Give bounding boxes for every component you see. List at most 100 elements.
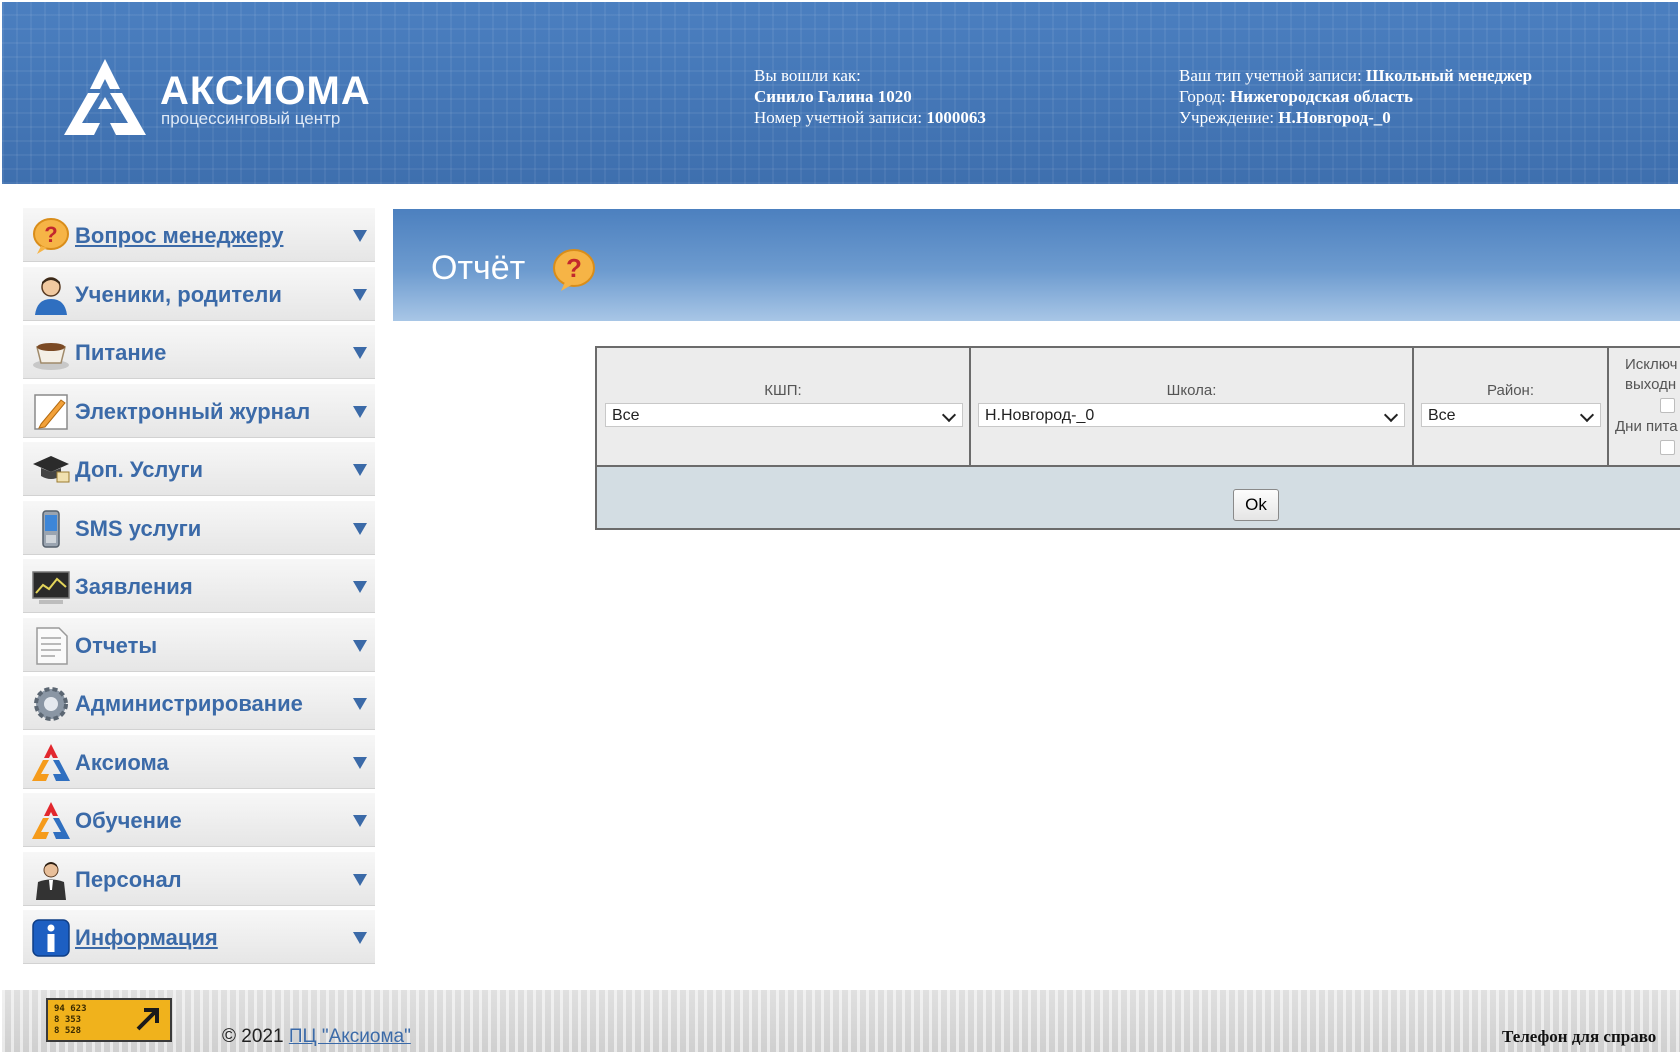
kshp-select[interactable]: Все	[605, 403, 963, 427]
chevron-down-icon	[353, 522, 367, 535]
brand-subtitle: процессинговый центр	[161, 109, 341, 128]
page-header: Отчёт ?	[393, 209, 1680, 321]
svg-text:?: ?	[44, 222, 57, 247]
chevron-down-icon	[353, 230, 367, 242]
sidebar-item-food[interactable]: Питание	[23, 325, 375, 379]
axioma-logo-icon	[32, 802, 70, 839]
monitor-chart-icon	[32, 571, 70, 604]
sidebar-item-question-manager[interactable]: ? Вопрос менеджеру	[23, 208, 375, 262]
copyright: © 2021 ПЦ "Аксиома"	[222, 1026, 411, 1048]
school-select-value: Н.Новгород-_0	[985, 407, 1095, 424]
kshp-filter-cell: КШП: Все	[597, 348, 971, 465]
account-number: 1000063	[926, 108, 986, 127]
chevron-down-icon	[353, 756, 367, 769]
user-name: Синило Галина 1020	[754, 87, 912, 106]
sidebar-item-label: Заявления	[75, 574, 193, 599]
district-select[interactable]: Все	[1421, 403, 1601, 427]
sidebar-item-label: Отчеты	[75, 632, 158, 658]
filter-row: КШП: Все Школа: Н.Новгород-_0 Район: Все…	[597, 348, 1680, 467]
chevron-down-icon	[353, 639, 367, 652]
person-icon	[35, 276, 67, 315]
kshp-select-value: Все	[612, 407, 640, 424]
svg-text:?: ?	[566, 253, 582, 283]
chevron-down-icon	[941, 407, 957, 423]
sidebar-item-label: Ученики, родители	[75, 281, 282, 307]
kshp-label: КШП:	[764, 382, 802, 399]
account-number-label: Номер учетной записи:	[754, 108, 923, 127]
mobile-phone-icon	[42, 509, 60, 548]
sidebar-item-administration[interactable]: Администрирование	[23, 676, 375, 730]
exclude-weekends-label-2: выходн	[1625, 376, 1677, 393]
chevron-down-icon	[353, 464, 367, 476]
city-label: Город:	[1179, 87, 1226, 106]
chevron-down-icon	[353, 932, 367, 944]
help-phone-label: Телефон для справо	[1502, 1027, 1657, 1046]
sidebar-item-label: Персонал	[75, 866, 182, 892]
sidebar-item-label: Электронный журнал	[75, 398, 311, 424]
axioma-logo-icon	[64, 59, 146, 135]
account-info: Ваш тип учетной записи: Школьный менедже…	[1179, 65, 1532, 128]
sidebar-item-applications[interactable]: Заявления	[23, 559, 375, 613]
arrow-up-right-icon	[136, 1008, 159, 1031]
graduation-cap-icon	[33, 456, 70, 483]
sidebar-item-label: Аксиома	[75, 749, 169, 775]
filter-actions: Ok	[597, 467, 1680, 528]
sidebar-item-label: Доп. Услуги	[75, 457, 204, 482]
chevron-down-icon	[353, 288, 367, 301]
notepad-pencil-icon	[34, 393, 68, 430]
report-filter-form: КШП: Все Школа: Н.Новгород-_0 Район: Все…	[595, 346, 1680, 530]
axioma-logo-icon	[32, 743, 70, 781]
sidebar-item-students-parents[interactable]: Ученики, родители	[23, 266, 375, 321]
chevron-down-icon	[353, 581, 367, 593]
header: АКСИОМА процессинговый центр Вы вошли ка…	[2, 2, 1678, 184]
institution-label: Учреждение:	[1179, 108, 1275, 127]
sidebar-item-label: SMS услуги	[75, 515, 202, 541]
sidebar-item-reports[interactable]: Отчеты	[23, 617, 375, 672]
school-filter-cell: Школа: Н.Новгород-_0	[971, 348, 1414, 465]
sidebar-item-training[interactable]: Обучение	[23, 793, 375, 847]
account-type-label: Ваш тип учетной записи:	[1179, 66, 1362, 85]
school-select[interactable]: Н.Новгород-_0	[978, 403, 1405, 427]
question-bubble-icon: ?	[33, 218, 69, 254]
logo[interactable]: АКСИОМА процессинговый центр	[60, 57, 380, 142]
cup-icon	[33, 343, 69, 370]
school-label: Школа:	[1166, 382, 1217, 399]
sidebar-menu: ? Вопрос менеджеру Ученики, родители Пит…	[23, 208, 375, 969]
counter-line: 94 623	[54, 1004, 87, 1014]
chevron-down-icon	[353, 405, 367, 418]
help-icon[interactable]: ?	[551, 247, 597, 293]
page-title: Отчёт	[431, 249, 526, 287]
institution: Н.Новгород-_0	[1278, 108, 1391, 127]
sidebar-item-label: Обучение	[75, 808, 182, 833]
district-label: Район:	[1486, 382, 1535, 399]
logged-in-label: Вы вошли как:	[754, 66, 861, 85]
exclude-weekends-label: Исключ	[1625, 356, 1678, 373]
sidebar-item-information[interactable]: Информация	[23, 910, 375, 964]
sidebar-item-sms-services[interactable]: SMS услуги	[23, 500, 375, 555]
user-info: Вы вошли как: Синило Галина 1020 Номер у…	[754, 65, 986, 128]
options-filter-cell: Исключ выходн Дни пита	[1609, 348, 1680, 465]
info-icon	[32, 919, 70, 957]
chevron-down-icon	[353, 347, 367, 359]
sidebar-item-label: Информация	[75, 925, 218, 950]
sidebar-item-staff[interactable]: Персонал	[23, 851, 375, 906]
businessman-icon	[36, 861, 66, 900]
ok-button[interactable]: Ok	[1233, 489, 1279, 521]
chevron-down-icon	[1383, 407, 1399, 423]
axioma-link[interactable]: ПЦ "Аксиома"	[289, 1026, 411, 1047]
sidebar-item-label: Администрирование	[75, 691, 303, 716]
chevron-down-icon	[1579, 407, 1595, 423]
sidebar-item-label: Питание	[75, 340, 167, 365]
city: Нижегородская область	[1229, 87, 1414, 106]
account-type: Школьный менеджер	[1365, 66, 1533, 85]
sidebar-item-extra-services[interactable]: Доп. Услуги	[23, 442, 375, 496]
chevron-down-icon	[353, 815, 367, 827]
brand-name: АКСИОМА	[160, 69, 371, 113]
copyright-text: © 2021	[222, 1026, 289, 1047]
exclude-weekends-checkbox[interactable]	[1660, 398, 1675, 413]
sidebar-item-e-journal[interactable]: Электронный журнал	[23, 383, 375, 438]
sidebar-item-axioma[interactable]: Аксиома	[23, 734, 375, 789]
visit-counter-badge[interactable]: 94 623 8 353 8 528	[46, 998, 172, 1042]
sidebar-item-label: Вопрос менеджеру	[75, 223, 284, 248]
feeding-days-checkbox[interactable]	[1660, 440, 1675, 455]
